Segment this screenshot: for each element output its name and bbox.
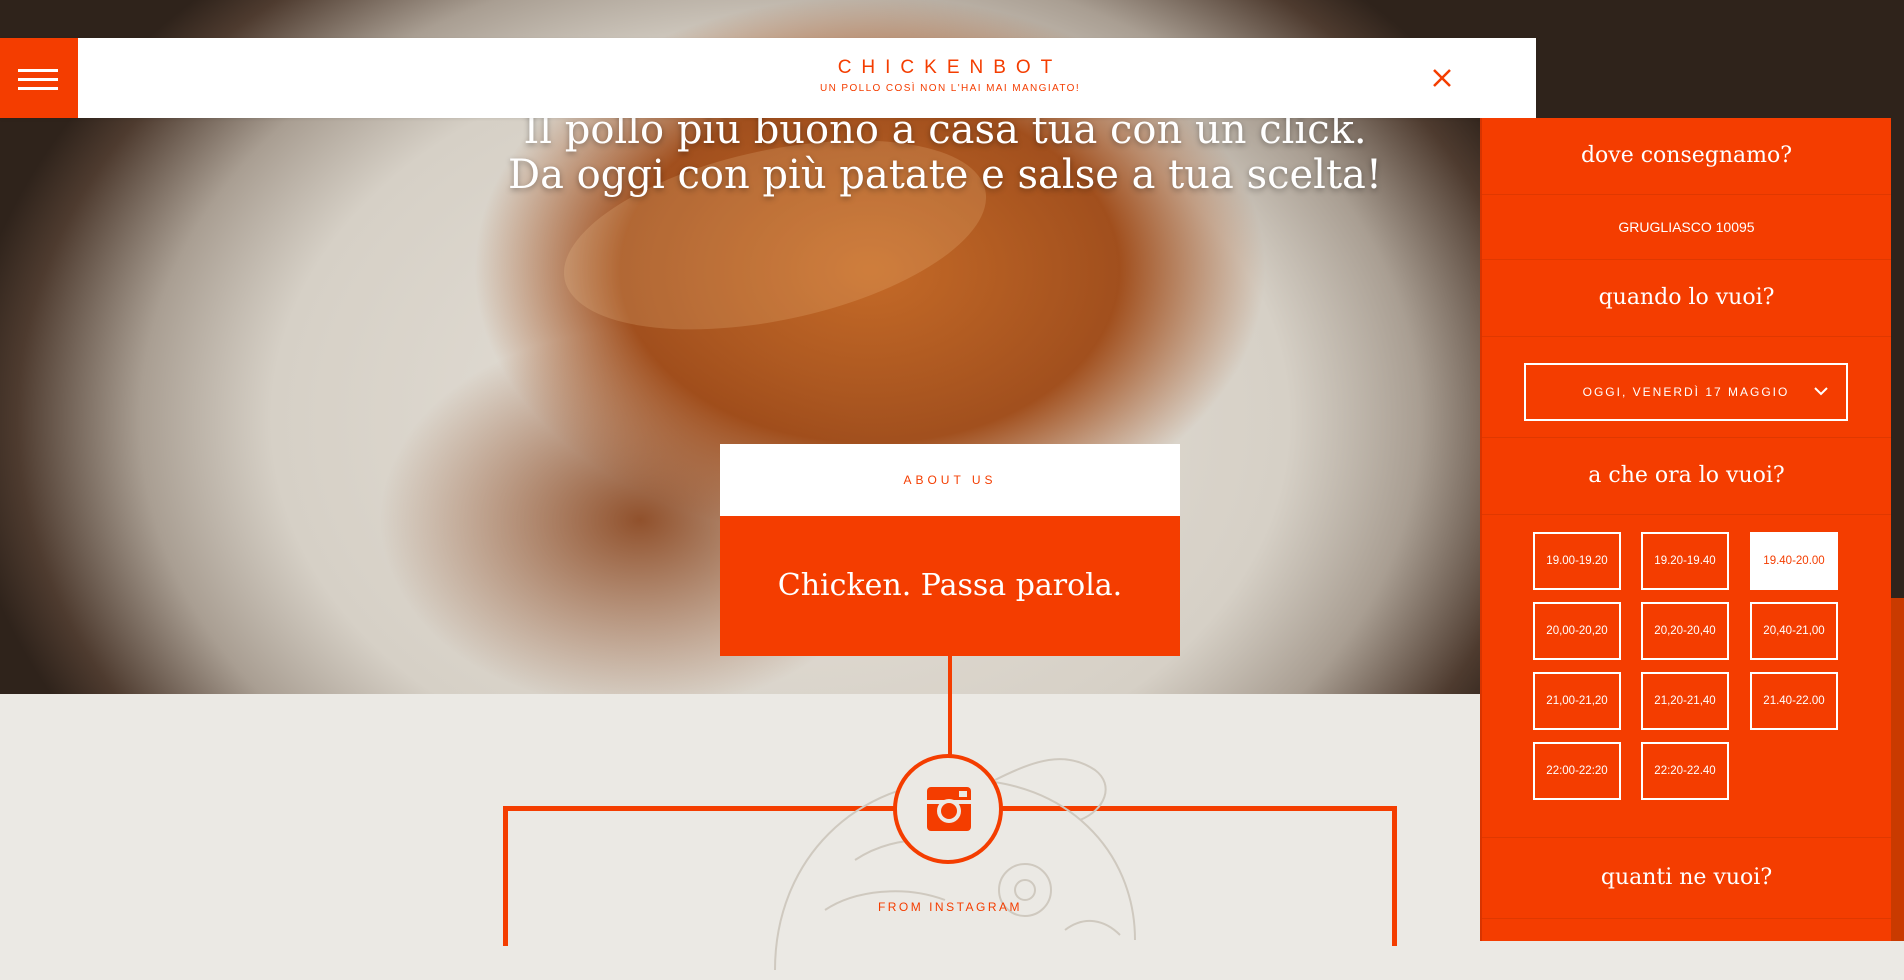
instagram-link[interactable] bbox=[893, 754, 1003, 864]
time-slot[interactable]: 20,40-21,00 bbox=[1750, 602, 1838, 660]
about-us-title: Chicken. Passa parola. bbox=[720, 516, 1180, 656]
panel-edge-shadow bbox=[1889, 598, 1904, 941]
order-panel: dove consegnamo? GRUGLIASCO 10095 quando… bbox=[1480, 118, 1891, 941]
time-slot[interactable]: 19.20-19.40 bbox=[1641, 532, 1729, 590]
date-select-value: OGGI, VENERDÌ 17 MAGGIO bbox=[1582, 385, 1790, 399]
close-icon bbox=[1433, 69, 1451, 87]
hamburger-line-middle bbox=[18, 78, 58, 81]
hamburger-line-bottom bbox=[18, 87, 58, 90]
hamburger-line-top bbox=[18, 69, 58, 72]
date-select-row: OGGI, VENERDÌ 17 MAGGIO bbox=[1482, 337, 1891, 438]
about-us-card[interactable]: ABOUT US Chicken. Passa parola. bbox=[720, 444, 1180, 656]
brand-name: CHICKENBOT bbox=[837, 57, 1063, 78]
chevron-down-icon bbox=[1814, 387, 1828, 396]
time-slot[interactable]: 21,20-21,40 bbox=[1641, 672, 1729, 730]
time-slot[interactable]: 19.00-19.20 bbox=[1533, 532, 1621, 590]
time-slot[interactable]: 22:20-22.40 bbox=[1641, 742, 1729, 800]
time-slot[interactable]: 22:00-22:20 bbox=[1533, 742, 1621, 800]
brand-tagline: UN POLLO COSÌ NON L'HAI MAI MANGIATO! bbox=[819, 83, 1081, 94]
hero-line-2: Da oggi con più patate e salse a tua sce… bbox=[508, 152, 1382, 198]
date-select[interactable]: OGGI, VENERDÌ 17 MAGGIO bbox=[1524, 363, 1848, 421]
time-slot[interactable]: 21,00-21,20 bbox=[1533, 672, 1621, 730]
instagram-icon bbox=[927, 787, 971, 831]
time-slot[interactable]: 20,00-20,20 bbox=[1533, 602, 1621, 660]
brand-logo[interactable]: CHICKENBOT UN POLLO COSÌ NON L'HAI MAI M… bbox=[700, 57, 1200, 95]
instagram-label: FROM INSTAGRAM bbox=[877, 900, 1023, 914]
hero-headline: Il pollo più buono a casa tua con un cli… bbox=[495, 108, 1395, 198]
time-slot[interactable]: 20,20-20,40 bbox=[1641, 602, 1729, 660]
time-slot-grid: 19.00-19.20 19.20-19.40 19.40-20.00 20,0… bbox=[1482, 515, 1891, 838]
menu-button[interactable] bbox=[0, 38, 78, 118]
when-heading: quando lo vuoi? bbox=[1482, 260, 1891, 337]
about-us-label: ABOUT US bbox=[720, 444, 1180, 516]
time-heading: a che ora lo vuoi? bbox=[1482, 438, 1891, 515]
delivery-location[interactable]: GRUGLIASCO 10095 bbox=[1482, 195, 1891, 260]
time-slot-selected[interactable]: 19.40-20.00 bbox=[1750, 532, 1838, 590]
top-navigation-bar: CHICKENBOT UN POLLO COSÌ NON L'HAI MAI M… bbox=[0, 38, 1536, 118]
quantity-heading: quanti ne vuoi? bbox=[1482, 838, 1891, 919]
where-heading: dove consegnamo? bbox=[1482, 118, 1891, 195]
time-slot[interactable]: 21.40-22.00 bbox=[1750, 672, 1838, 730]
close-panel-button[interactable] bbox=[1430, 66, 1454, 90]
